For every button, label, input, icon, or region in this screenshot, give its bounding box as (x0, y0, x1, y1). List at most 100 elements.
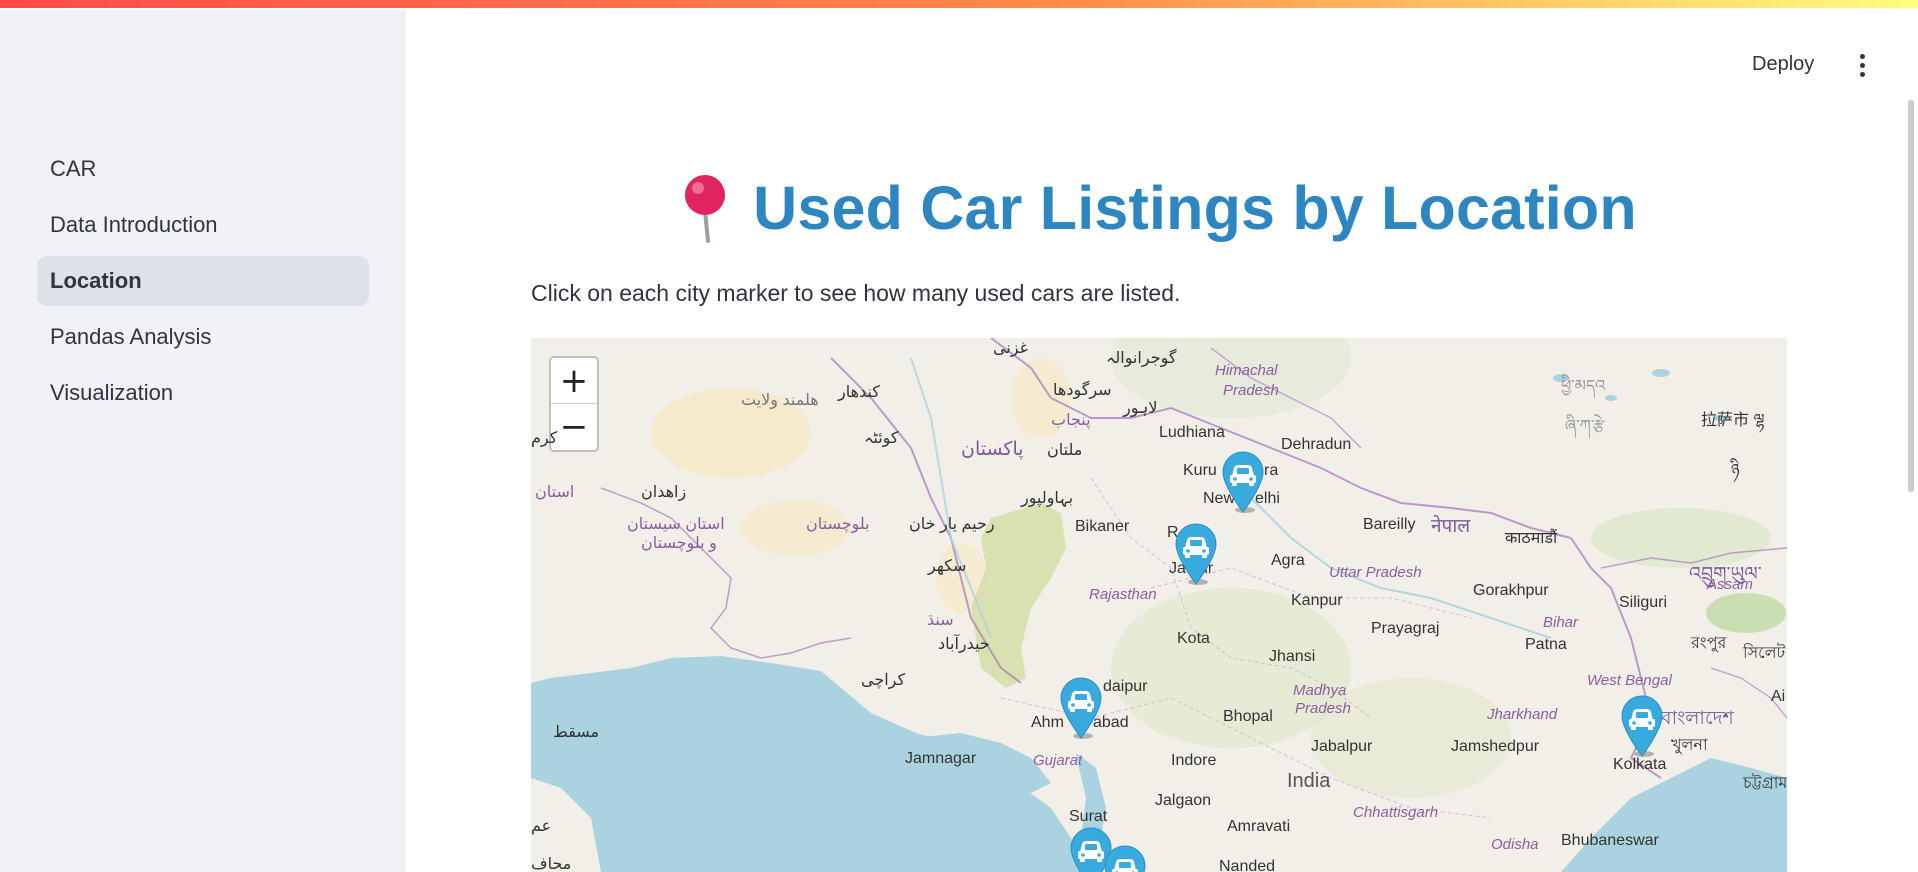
map-label: 拉萨市 ལྷ (1701, 412, 1765, 429)
map-label: سنڌ (927, 612, 954, 629)
map-label: استان (535, 484, 575, 501)
sidebar-item-label: Visualization (50, 380, 174, 405)
map-label: Himachal (1215, 362, 1278, 379)
map-label: Jalgaon (1155, 792, 1212, 809)
sidebar-item-label: CAR (50, 156, 97, 181)
sidebar-item-pandas-analysis[interactable]: Pandas Analysis (37, 312, 369, 362)
map-label: و بلوچستان (641, 535, 717, 552)
map-label: West Bengal (1587, 672, 1672, 689)
map-label: کرم (531, 430, 558, 447)
map-label: খুলনা (1671, 737, 1708, 754)
map-label: محاف (531, 856, 572, 872)
map-label: Prayagraj (1371, 620, 1440, 637)
map-label: غزنی (993, 340, 1028, 357)
page-subtitle: Click on each city marker to see how man… (531, 280, 1181, 306)
map-label: Gorakhpur (1473, 582, 1549, 599)
map-label: Uttar Pradesh (1329, 564, 1422, 581)
page-title: Used Car Listings by Location (753, 174, 1637, 242)
map-label: চট্টগ্রাম (1743, 775, 1787, 792)
map-label: سکھر (928, 558, 967, 575)
sidebar-nav: CAR Data Introduction Location Pandas An… (37, 144, 369, 424)
map-label: འབྲུག་ཡུལ་ (1689, 564, 1762, 585)
sidebar-item-visualization[interactable]: Visualization (37, 368, 369, 418)
map-label: Jabalpur (1311, 738, 1373, 755)
map-label: Surat (1069, 808, 1108, 825)
zoom-out-button[interactable]: − (551, 404, 597, 450)
map-label: سرگودھا (1053, 382, 1112, 399)
map-label: Bareilly (1363, 516, 1416, 533)
map-marker-ahmedabad[interactable] (1058, 676, 1104, 740)
map-label: Chhattisgarh (1353, 804, 1439, 821)
map-label: ملتان (1047, 442, 1083, 459)
map-label: Amravati (1227, 818, 1291, 835)
map-label: সিলেট (1743, 645, 1786, 662)
map-label: Odisha (1491, 836, 1539, 853)
map-label: کراچی (861, 672, 906, 689)
map-label: پاکستان (961, 439, 1024, 460)
map-label: Ai (1771, 688, 1786, 705)
map-marker-new-delhi[interactable] (1220, 450, 1266, 514)
map-label: ཉི (1731, 462, 1740, 479)
map-label: Gujarat (1033, 752, 1083, 769)
map-label: رحیم یار خان (909, 516, 995, 533)
more-vertical-icon[interactable] (1847, 48, 1877, 82)
map-label: Bihar (1543, 614, 1579, 631)
sidebar-item-label: Pandas Analysis (50, 324, 212, 349)
map-label: پنجاب (1051, 412, 1091, 429)
map-label: Siliguri (1619, 594, 1668, 611)
map-label: Patna (1525, 636, 1567, 653)
map-label: گوجرانوالہ (1106, 350, 1177, 367)
map-marker-kolkata[interactable] (1619, 694, 1665, 758)
map-label: استان سیستان (627, 516, 725, 533)
top-decoration-bar (0, 0, 1918, 8)
map-label: حیدرآباد (938, 636, 990, 653)
map-label: Kanpur (1291, 592, 1343, 609)
map-label: Bikaner (1075, 518, 1130, 535)
map-label: بہاولپور (1021, 490, 1074, 507)
map-label: Rajasthan (1089, 586, 1157, 603)
map-label: کندهار (838, 384, 880, 401)
map-label: Ludhiana (1159, 424, 1225, 441)
map-label: Jharkhand (1487, 706, 1558, 723)
map-label: Pradesh (1223, 382, 1279, 399)
map-label: ra (1264, 462, 1279, 479)
map-label: مسقط (553, 724, 600, 741)
map-label: ཕྱི་མདའ (1561, 378, 1606, 395)
map-label: زاهدان (641, 484, 687, 501)
map-label: Madhya (1293, 682, 1347, 699)
map-label: Pradesh (1295, 700, 1351, 717)
map-label: Nanded (1219, 858, 1276, 872)
map-label: India (1287, 770, 1331, 792)
map-label: Agra (1271, 552, 1305, 569)
page-header: Used Car Listings by Location (531, 168, 1787, 248)
map-label: Jhansi (1269, 648, 1316, 665)
map-label: Jamshedpur (1451, 738, 1540, 755)
map-label: بلوچستان (806, 516, 870, 533)
sidebar-item-label: Location (50, 268, 142, 293)
sidebar-item-data-introduction[interactable]: Data Introduction (37, 200, 369, 250)
map-marker-mumbai[interactable] (1102, 844, 1148, 872)
map-label: Bhubaneswar (1561, 832, 1659, 849)
scrollbar[interactable] (1908, 100, 1914, 492)
round-pushpin-icon (681, 173, 729, 243)
map-label: Indore (1171, 752, 1217, 769)
map-label: काठमाडौं (1505, 530, 1558, 547)
map-label: রংপুর (1691, 635, 1727, 652)
map-label: Jamnagar (905, 750, 977, 767)
city-map[interactable]: + − کندهار هلمند ولایت کوئٹہ پاکستان ملت… (531, 338, 1787, 872)
sidebar-item-location[interactable]: Location (37, 256, 369, 306)
map-label: عم (531, 818, 552, 835)
map-label: Kota (1177, 630, 1210, 647)
map-label: Dehradun (1281, 436, 1352, 453)
map-label: لاہور (1123, 400, 1158, 417)
map-label: ཞི་ཀ་རྩེ (1565, 418, 1605, 435)
sidebar: CAR Data Introduction Location Pandas An… (0, 10, 406, 872)
zoom-in-button[interactable]: + (551, 358, 597, 404)
map-label: کوئٹہ (864, 430, 899, 447)
sidebar-item-car[interactable]: CAR (37, 144, 369, 194)
map-label: daipur (1103, 678, 1148, 695)
map-label: Kolkata (1613, 756, 1667, 773)
map-label: هلمند ولایت (741, 392, 819, 409)
deploy-button[interactable]: Deploy (1738, 44, 1828, 84)
map-marker-jaipur[interactable] (1173, 522, 1219, 586)
